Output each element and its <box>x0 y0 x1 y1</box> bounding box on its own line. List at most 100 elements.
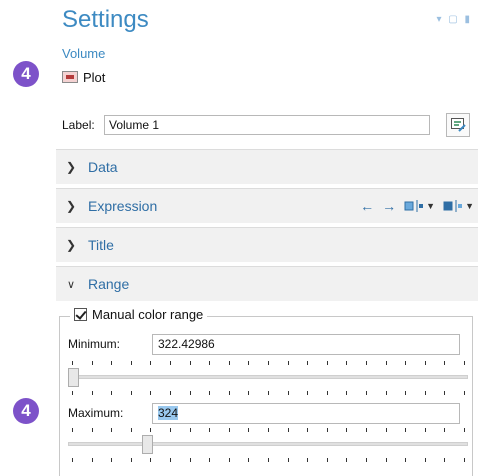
section-data[interactable]: ❯ Data <box>56 149 478 184</box>
slider-tick <box>268 428 269 432</box>
insert-expression-icon <box>404 199 424 212</box>
plot-button[interactable]: Plot <box>62 67 105 87</box>
slider-tick <box>150 428 152 432</box>
slider-tick <box>209 428 211 432</box>
slider-tick <box>307 391 309 395</box>
minimum-slider[interactable] <box>68 361 468 395</box>
slider-tick <box>366 428 367 432</box>
slider-tick <box>72 428 73 432</box>
slider-tick <box>268 361 269 365</box>
label-edit-button[interactable] <box>446 113 470 137</box>
slider-tick <box>326 458 328 462</box>
slider-tick <box>248 361 250 365</box>
section-expression[interactable]: ❯ Expression ← → ▼ ▼ <box>56 188 478 223</box>
slider-tick <box>405 361 407 365</box>
section-range[interactable]: ∨ Range <box>56 266 478 301</box>
slider-track[interactable] <box>68 442 468 446</box>
slider-tick <box>170 361 171 365</box>
manual-color-range-label: Manual color range <box>92 307 204 322</box>
slider-tick <box>130 458 132 462</box>
slider-tick <box>209 391 211 395</box>
slider-tick <box>91 428 93 432</box>
maximum-row: Maximum: 324 <box>68 402 468 424</box>
section-title-label: Title <box>88 237 114 253</box>
slider-tick <box>464 361 465 365</box>
slider-tick <box>150 391 152 395</box>
slider-tick <box>91 361 93 365</box>
maximum-slider[interactable] <box>68 428 468 462</box>
insert-expression-button[interactable]: ▼ <box>404 199 435 213</box>
slider-tick <box>72 458 73 462</box>
slider-tick <box>228 361 230 365</box>
replace-expression-icon <box>443 199 463 212</box>
slider-tick <box>346 391 348 395</box>
minimum-input[interactable] <box>152 333 460 355</box>
slider-tick <box>405 458 407 462</box>
expression-toolbar: ← → ▼ ▼ <box>360 189 474 222</box>
slider-tick <box>228 391 230 395</box>
slider-tick <box>385 458 387 462</box>
slider-track[interactable] <box>68 375 468 379</box>
plot-icon <box>62 71 78 83</box>
slider-tick <box>307 428 309 432</box>
slider-ticks-bottom <box>72 458 465 462</box>
chevron-down-icon: ∨ <box>66 278 76 291</box>
slider-tick <box>228 458 230 462</box>
page-subtitle: Volume <box>62 46 106 61</box>
chevron-right-icon: ❯ <box>65 199 77 213</box>
slider-tick <box>405 391 407 395</box>
arrow-left-icon[interactable]: ← <box>360 198 374 214</box>
slider-ticks-bottom <box>72 391 465 395</box>
slider-tick <box>189 428 191 432</box>
slider-tick <box>287 361 289 365</box>
window-controls[interactable]: ▾ ▢ ▮ <box>436 14 472 25</box>
slider-tick <box>326 361 328 365</box>
window-controls-icons[interactable]: ▾ ▢ ▮ <box>436 14 472 25</box>
step-badge-bottom: 4 <box>13 398 39 424</box>
slider-tick <box>248 428 250 432</box>
minimum-label: Minimum: <box>68 337 121 351</box>
slider-tick <box>248 391 250 395</box>
slider-tick <box>326 391 328 395</box>
slider-tick <box>228 428 230 432</box>
label-caption: Label: <box>62 118 95 132</box>
slider-tick <box>424 361 426 365</box>
slider-tick <box>72 391 73 395</box>
caret-down-icon: ▼ <box>465 200 474 211</box>
slider-tick <box>130 361 132 365</box>
slider-tick <box>346 428 348 432</box>
maximum-input[interactable]: 324 <box>152 402 460 424</box>
slider-tick <box>111 458 113 462</box>
slider-thumb[interactable] <box>142 435 153 454</box>
maximum-value-selected: 324 <box>158 405 179 420</box>
slider-tick <box>189 391 191 395</box>
manual-color-range-legend[interactable]: Manual color range <box>70 307 208 322</box>
manual-color-range-checkbox[interactable] <box>74 308 87 321</box>
arrow-right-icon[interactable]: → <box>382 198 396 214</box>
slider-tick <box>150 458 152 462</box>
slider-thumb[interactable] <box>68 368 79 387</box>
slider-tick <box>346 458 348 462</box>
slider-tick <box>111 361 113 365</box>
slider-tick <box>72 361 73 365</box>
section-title[interactable]: ❯ Title <box>56 227 478 262</box>
label-row: Label: <box>62 113 470 137</box>
page-title: Settings <box>62 6 149 33</box>
slider-tick <box>91 391 93 395</box>
slider-tick <box>444 458 446 462</box>
slider-tick <box>287 391 289 395</box>
slider-tick <box>424 458 426 462</box>
replace-expression-button[interactable]: ▼ <box>443 199 474 213</box>
slider-tick <box>130 391 132 395</box>
slider-tick <box>287 428 289 432</box>
slider-ticks-top <box>72 361 465 365</box>
slider-tick <box>170 391 171 395</box>
slider-tick <box>424 428 426 432</box>
slider-tick <box>111 428 113 432</box>
slider-tick <box>424 391 426 395</box>
slider-tick <box>326 428 328 432</box>
label-input[interactable] <box>104 115 430 135</box>
slider-ticks-top <box>72 428 465 432</box>
slider-tick <box>346 361 348 365</box>
slider-tick <box>189 458 191 462</box>
